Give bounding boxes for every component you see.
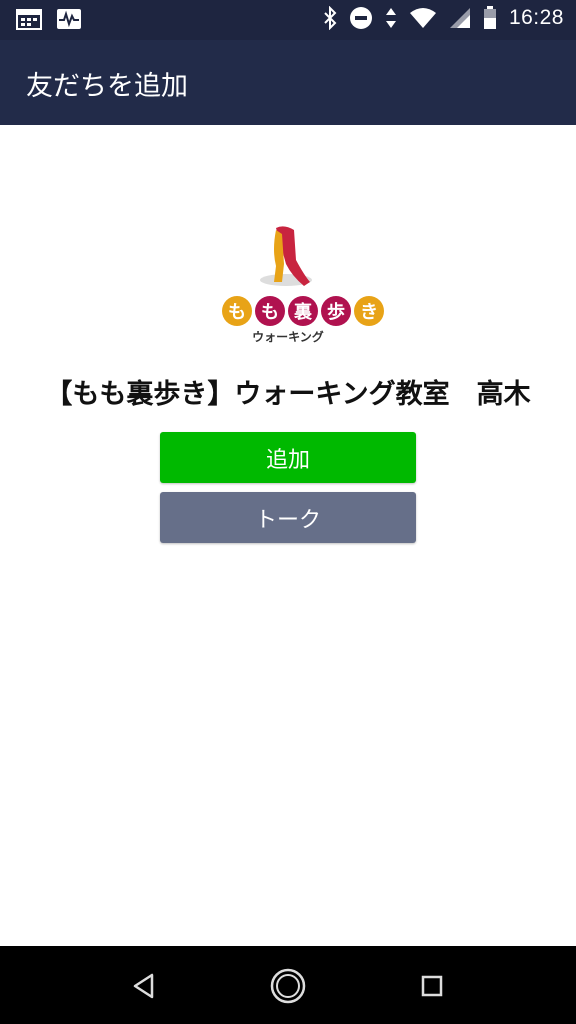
logo-char: 裏 (288, 296, 318, 326)
walking-leg-icon (260, 226, 312, 286)
status-bar: 16:28 (0, 0, 576, 40)
logo-subtitle: ウォーキング (252, 330, 324, 344)
logo-char: き (354, 296, 384, 326)
logo-char: 歩 (321, 296, 351, 326)
signal-icon (449, 7, 471, 29)
talk-button[interactable]: トーク (160, 492, 416, 543)
page-title: 友だちを追加 (26, 71, 188, 102)
home-icon[interactable] (268, 966, 308, 1006)
calendar-icon (16, 8, 42, 30)
logo-char: も (255, 296, 285, 326)
recents-icon[interactable] (412, 966, 452, 1006)
do-not-disturb-icon (349, 6, 373, 30)
add-friend-button[interactable]: 追加 (160, 432, 416, 483)
activity-icon (56, 8, 82, 30)
navigation-bar (0, 946, 576, 1024)
battery-icon (483, 6, 497, 30)
account-logo: も も 裏 歩 き ウォーキング (216, 220, 384, 346)
logo-char: も (222, 296, 252, 326)
status-time: 16:28 (508, 6, 564, 29)
back-icon[interactable] (124, 966, 164, 1006)
data-arrows-icon (385, 6, 397, 30)
app-bar: 友だちを追加 (0, 40, 576, 125)
bluetooth-icon (323, 6, 337, 30)
account-name: 【もも裏歩き】ウォーキング教室 高木 (45, 379, 531, 410)
wifi-icon (409, 7, 437, 29)
